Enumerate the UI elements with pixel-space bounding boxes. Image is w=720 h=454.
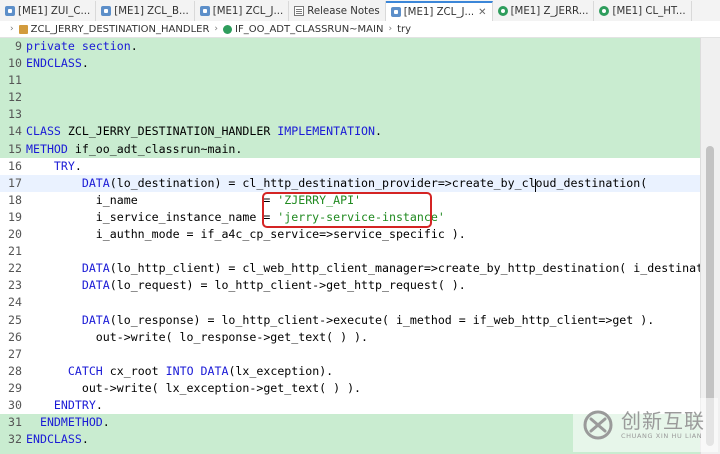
chevron-right-icon: › [388,24,393,34]
line-number: 10 [8,56,22,71]
close-icon[interactable]: ✕ [478,7,486,18]
line-number: 13 [8,107,22,122]
code-editor[interactable]: 9 private section. 10 ENDCLASS. 11 12 13 1… [0,38,700,454]
line-number: 30 [8,397,22,412]
code-line: 14 CLASS ZCL_JERRY_DESTINATION_HANDLER IM… [0,123,700,140]
code-text: out->write( lx_exception->get_text( ) ). [26,380,362,395]
method-icon [223,24,233,34]
line-number: 20 [8,227,22,242]
code-text: DATA(lo_destination) = cl_http_destinati… [81,175,648,190]
watermark: 创新互联 CHUANG XIN HU LIAN [573,398,718,452]
editor-tab-zui[interactable]: [ME1] ZUI_C... [0,1,97,21]
code-text: CLASS ZCL_JERRY_DESTINATION_HANDLER IMPL… [26,124,383,139]
code-line: 15 METHOD if_oo_adt_classrun~main. [0,141,700,158]
breadcrumb: › ZCL_JERRY_DESTINATION_HANDLER › IF_OO_… [0,21,720,38]
code-text: CATCH cx_root INTO DATA(lx_exception). [67,363,334,378]
code-line: 25 DATA(lo_response) = lo_http_client->e… [0,311,700,329]
code-text: TRY. [53,158,82,173]
code-text: out->write( lo_response->get_text( ) ). [26,329,369,344]
line-number: 11 [8,73,22,88]
code-text: ENDTRY. [53,397,103,412]
code-text: private section. [26,39,138,53]
line-number: 22 [8,261,22,276]
abap-object-icon [390,7,401,17]
chevron-right-icon: › [10,24,14,34]
chevron-right-icon: › [214,24,219,34]
code-text: DATA(lo_response) = lo_http_client->exec… [81,312,655,327]
breadcrumb-class[interactable]: ZCL_JERRY_DESTINATION_HANDLER [31,24,210,35]
class-icon [18,24,28,34]
code-text: METHOD if_oo_adt_classrun~main. [26,141,243,156]
code-line: 13 [0,106,700,123]
tab-label: [ME1] CL_HT... [612,5,686,17]
code-line: 22 DATA(lo_http_client) = cl_web_http_cl… [0,260,700,278]
line-number: 29 [8,380,22,395]
line-number: 18 [8,192,22,207]
tab-label: [ME1] ZCL_B... [114,5,189,17]
line-number: 9 [15,39,22,53]
tab-label: [ME1] Z_JERR... [510,5,589,17]
tab-label: [ME1] ZCL_J... [403,6,475,18]
code-text: DATA(lo_request) = lo_http_client->get_h… [81,278,466,293]
breadcrumb-method[interactable]: IF_OO_ADT_CLASSRUN~MAIN [235,24,383,35]
watermark-name-cn: 创新互联 [621,409,705,433]
text-cursor [535,179,536,192]
editor-tab-z-jerr[interactable]: [ME1] Z_JERR... [493,1,595,21]
code-text: ENDMETHOD. [39,415,110,430]
line-number: 28 [8,363,22,378]
abap-class-icon [599,6,610,16]
code-line: 23 DATA(lo_request) = lo_http_client->ge… [0,277,700,295]
breadcrumb-block[interactable]: try [397,24,411,35]
code-line: 27 [0,345,700,363]
code-line-current: 17 DATA(lo_destination) = cl_http_destin… [0,174,700,192]
abap-class-icon [497,6,508,16]
code-line: 9 private section. [0,38,700,55]
tab-label: Release Notes [307,5,380,17]
line-number: 27 [8,346,22,361]
code-text: ENDCLASS. [26,56,89,71]
code-text: ENDCLASS. [26,432,89,447]
line-number: 19 [8,209,22,224]
editor-tab-zcl-b[interactable]: [ME1] ZCL_B... [96,1,195,21]
code-text: i_authn_mode = if_a4c_cp_service=>servic… [26,227,466,242]
code-line: 29 out->write( lx_exception->get_text( )… [0,379,700,397]
code-line: 11 [0,72,700,89]
editor-tab-bar: [ME1] ZUI_C... [ME1] ZCL_B... [ME1] ZCL_… [0,0,720,22]
highlight-annotation-box [262,192,432,228]
line-number: 14 [8,124,22,139]
release-notes-icon [294,6,305,16]
abap-object-icon [5,6,15,16]
line-number: 17 [8,175,22,190]
line-number: 32 [8,432,22,447]
code-line: 24 [0,294,700,312]
line-number: 24 [8,295,22,310]
editor-tab-zcl-j-active[interactable]: [ME1] ZCL_J... ✕ [385,1,493,21]
code-text: DATA(lo_http_client) = cl_web_http_clien… [81,261,700,276]
line-number: 23 [8,278,22,293]
editor-tab-zcl-j-1[interactable]: [ME1] ZCL_J... [195,1,290,21]
code-line: 20 i_authn_mode = if_a4c_cp_service=>ser… [0,226,700,244]
abap-object-icon [199,6,210,16]
line-number: 25 [8,312,22,327]
line-number: 15 [8,141,22,156]
line-number: 31 [8,415,22,430]
line-number: 12 [8,90,22,105]
code-line: 12 [0,89,700,106]
code-line: 10 ENDCLASS. [0,55,700,72]
editor-tab-cl-ht[interactable]: [ME1] CL_HT... [594,1,692,21]
vertical-scrollbar[interactable] [700,38,720,454]
tab-label: [ME1] ZUI_C... [18,5,91,17]
code-line: 21 [0,243,700,261]
tab-label: [ME1] ZCL_J... [212,5,284,17]
editor-tab-release-notes[interactable]: Release Notes [289,1,386,21]
line-number: 21 [8,244,22,259]
watermark-name-en: CHUANG XIN HU LIAN [621,432,703,440]
code-line: 26 out->write( lo_response->get_text( ) … [0,328,700,346]
brand-logo-icon [583,410,613,440]
code-line: 28 CATCH cx_root INTO DATA(lx_exception)… [0,362,700,380]
abap-object-icon [101,6,112,16]
line-number: 26 [8,329,22,344]
code-line: 16 TRY. [0,157,700,175]
line-number: 16 [8,158,22,173]
